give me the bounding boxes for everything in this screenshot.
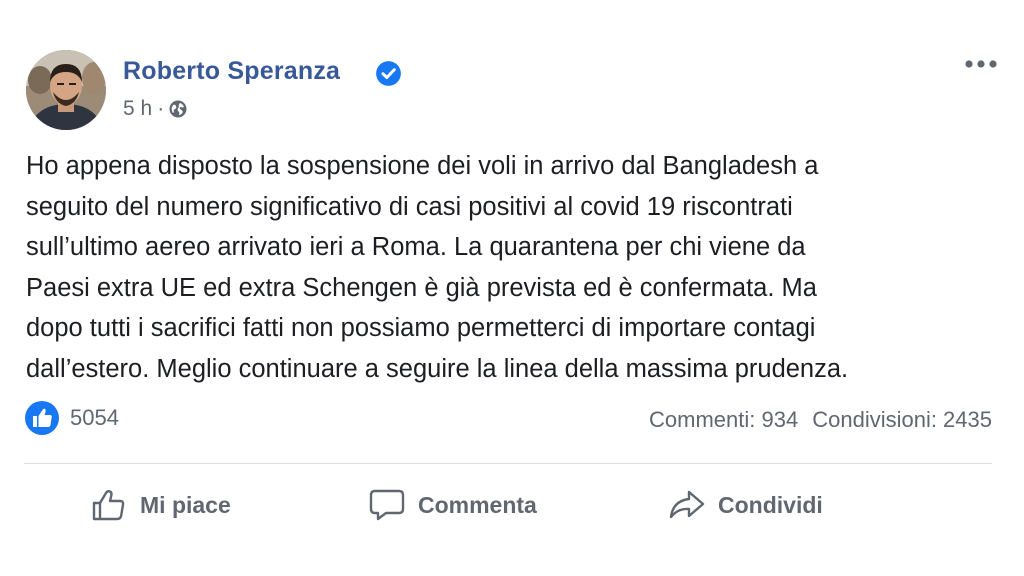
profile-photo <box>26 50 106 130</box>
post-text: Ho appena disposto la sospensione dei vo… <box>26 152 849 383</box>
reactions-summary[interactable]: 5054 <box>24 400 119 436</box>
share-arrow-icon <box>669 490 705 519</box>
share-button[interactable]: Condividi <box>668 486 823 524</box>
like-reaction-icon <box>25 401 59 435</box>
verified-badge-icon <box>376 61 401 86</box>
divider <box>24 463 992 464</box>
shares-count[interactable]: Condivisioni: 2435 <box>812 407 992 432</box>
engagement-counts: Commenti: 934 Condivisioni: 2435 <box>649 407 992 433</box>
avatar[interactable] <box>26 50 106 130</box>
comment-bubble-icon <box>369 489 405 521</box>
author-name[interactable]: Roberto Speranza <box>123 57 340 86</box>
post-timestamp[interactable]: 5 h <box>123 97 152 121</box>
post-meta: 5 h · <box>123 97 188 121</box>
thumbs-up-icon <box>92 490 125 521</box>
reaction-count: 5054 <box>70 405 119 430</box>
facebook-post: Roberto Speranza 5 h · Ho appena dispost… <box>0 0 1024 576</box>
globe-icon[interactable] <box>168 99 188 119</box>
meta-separator: · <box>157 97 165 120</box>
like-button[interactable]: Mi piace <box>90 486 231 524</box>
more-options-icon[interactable] <box>963 58 999 70</box>
share-button-label: Condividi <box>718 491 823 518</box>
like-button-label: Mi piace <box>140 491 231 518</box>
comment-button[interactable]: Commenta <box>368 486 537 524</box>
comments-count[interactable]: Commenti: 934 <box>649 407 798 432</box>
comment-button-label: Commenta <box>418 491 537 518</box>
